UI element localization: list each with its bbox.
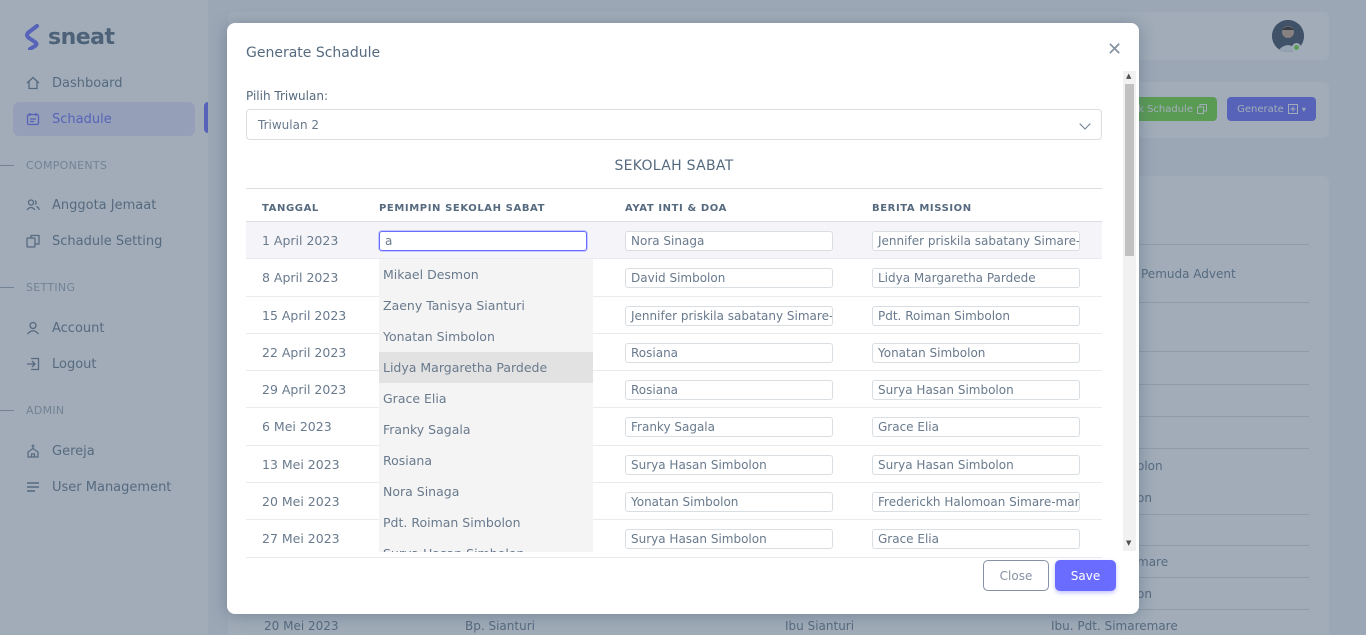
berita-mission-input[interactable]: Surya Hasan Simbolon bbox=[872, 454, 1080, 475]
triwulan-select[interactable]: Triwulan 2 bbox=[246, 109, 1102, 140]
table-row: 8 April 2023 David Simbolon Lidya Margaret… bbox=[246, 259, 1102, 297]
ayat-inti-input[interactable]: Surya Hasan Simbolon bbox=[625, 454, 833, 475]
pemimpin-autocomplete-list: Mikael Desmon Zaeny Tanisya Sianturi Yonat… bbox=[379, 259, 593, 552]
autocomplete-option[interactable]: Pdt. Roiman Simbolon bbox=[379, 507, 593, 538]
date-cell: 6 Mei 2023 bbox=[262, 419, 332, 435]
generate-schadule-modal: Generate Schadule ✕ ▲ ▼ Pilih Triwulan: … bbox=[227, 23, 1139, 614]
ayat-inti-input[interactable]: David Simbolon bbox=[625, 268, 833, 289]
berita-mission-input[interactable]: Jennifer priskila sabatany Simare-mare bbox=[872, 231, 1080, 251]
date-cell: 29 April 2023 bbox=[262, 382, 347, 398]
date-cell: 22 April 2023 bbox=[262, 344, 347, 360]
berita-mission-input[interactable]: Grace Elia bbox=[872, 417, 1080, 438]
scrollbar-thumb[interactable] bbox=[1125, 84, 1134, 256]
autocomplete-option[interactable]: Surya Hasan Simbolon bbox=[379, 538, 593, 552]
table-row: 15 April 2023 Jennifer priskila sabatany … bbox=[246, 297, 1102, 334]
chevron-down-icon bbox=[1079, 118, 1091, 130]
column-header: AYAT INTI & DOA bbox=[625, 203, 727, 214]
table-header: TANGGAL PEMIMPIN SEKOLAH SABAT AYAT INTI… bbox=[246, 188, 1102, 222]
triwulan-label: Pilih Triwulan: bbox=[246, 89, 328, 103]
berita-mission-input[interactable]: Frederickh Halomoan Simare-mare bbox=[872, 492, 1080, 513]
pemimpin-input[interactable]: a bbox=[379, 231, 587, 251]
date-cell: 15 April 2023 bbox=[262, 307, 347, 323]
berita-mission-input[interactable]: Grace Elia bbox=[872, 529, 1080, 550]
autocomplete-option[interactable]: Grace Elia bbox=[379, 383, 593, 414]
table-row: 20 Mei 2023 Yonatan Simbolon Frederickh Ha… bbox=[246, 483, 1102, 521]
ayat-inti-input[interactable]: Franky Sagala bbox=[625, 417, 833, 438]
table-row: 29 April 2023 Rosiana Surya Hasan Simbolon bbox=[246, 371, 1102, 409]
column-header: TANGGAL bbox=[262, 203, 319, 214]
close-icon[interactable]: ✕ bbox=[1107, 39, 1122, 60]
table-row: 6 Mei 2023 Franky Sagala Grace Elia bbox=[246, 408, 1102, 446]
date-cell: 8 April 2023 bbox=[262, 270, 339, 286]
ayat-inti-input[interactable]: Jennifer priskila sabatany Simare-mare bbox=[625, 305, 833, 326]
date-cell: 13 Mei 2023 bbox=[262, 456, 340, 472]
ayat-inti-input[interactable]: Rosiana bbox=[625, 342, 833, 363]
ayat-inti-input[interactable]: Yonatan Simbolon bbox=[625, 492, 833, 513]
berita-mission-input[interactable]: Yonatan Simbolon bbox=[872, 342, 1080, 363]
berita-mission-input[interactable]: Lidya Margaretha Pardede bbox=[872, 268, 1080, 289]
close-button[interactable]: Close bbox=[983, 560, 1049, 591]
ayat-inti-input[interactable]: Surya Hasan Simbolon bbox=[625, 529, 833, 550]
autocomplete-option[interactable]: Zaeny Tanisya Sianturi bbox=[379, 290, 593, 321]
table-row: 13 Mei 2023 Surya Hasan Simbolon Surya Has… bbox=[246, 446, 1102, 484]
ayat-inti-input[interactable]: Nora Sinaga bbox=[625, 231, 833, 251]
autocomplete-option[interactable]: Lidya Margaretha Pardede bbox=[379, 352, 593, 383]
save-button[interactable]: Save bbox=[1055, 560, 1116, 591]
date-cell: 20 Mei 2023 bbox=[262, 494, 340, 510]
column-header: PEMIMPIN SEKOLAH SABAT bbox=[379, 203, 546, 214]
scroll-down-icon[interactable]: ▼ bbox=[1126, 539, 1131, 547]
scroll-up-icon[interactable]: ▲ bbox=[1126, 72, 1131, 80]
date-cell: 27 Mei 2023 bbox=[262, 531, 340, 547]
berita-mission-input[interactable]: Surya Hasan Simbolon bbox=[872, 380, 1080, 401]
autocomplete-option[interactable]: Yonatan Simbolon bbox=[379, 321, 593, 352]
triwulan-value: Triwulan 2 bbox=[258, 117, 319, 132]
table-row: 1 April 2023 a Nora Sinaga Jennifer priskil… bbox=[246, 222, 1102, 260]
date-cell: 1 April 2023 bbox=[262, 233, 339, 248]
autocomplete-option[interactable]: Mikael Desmon bbox=[379, 259, 593, 290]
autocomplete-option[interactable]: Franky Sagala bbox=[379, 414, 593, 445]
modal-title: Generate Schadule bbox=[246, 45, 381, 61]
berita-mission-input[interactable]: Pdt. Roiman Simbolon bbox=[872, 305, 1080, 326]
section-title: SEKOLAH SABAT bbox=[614, 158, 734, 174]
schedule-table: TANGGAL PEMIMPIN SEKOLAH SABAT AYAT INTI… bbox=[246, 188, 1102, 558]
table-row: 22 April 2023 Rosiana Yonatan Simbolon bbox=[246, 334, 1102, 372]
autocomplete-option[interactable]: Nora Sinaga bbox=[379, 476, 593, 507]
ayat-inti-input[interactable]: Rosiana bbox=[625, 380, 833, 401]
autocomplete-option[interactable]: Rosiana bbox=[379, 445, 593, 476]
modal-footer: Close Save bbox=[227, 553, 1139, 614]
column-header: BERITA MISSION bbox=[872, 203, 972, 214]
